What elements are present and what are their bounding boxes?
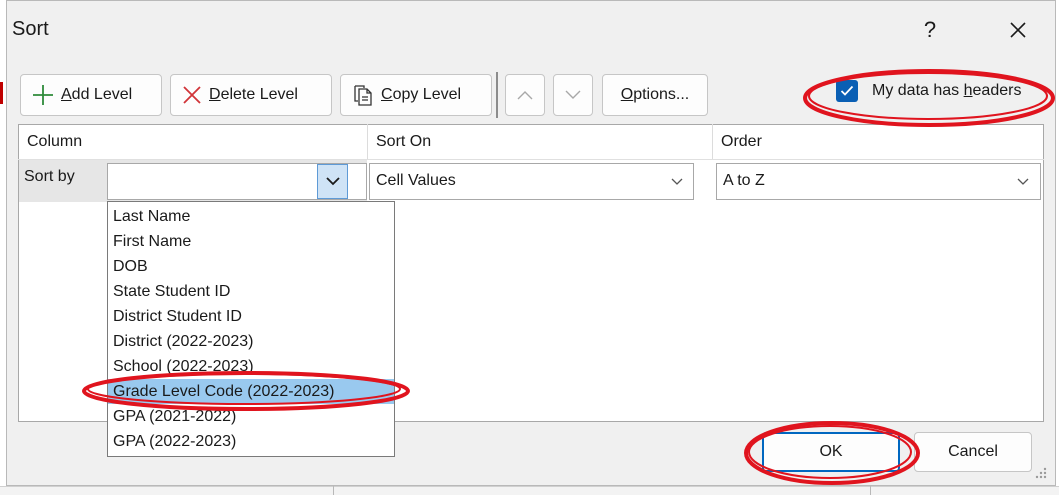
headers-checkbox-label: My data has headers xyxy=(872,82,1022,99)
help-icon: ? xyxy=(923,17,937,42)
move-down-button[interactable] xyxy=(553,74,593,116)
toolbar-separator xyxy=(496,72,498,118)
resize-grip-icon[interactable] xyxy=(1034,466,1048,480)
chevron-down-icon xyxy=(1017,178,1029,185)
sort-on-header: Sort On xyxy=(376,133,432,150)
move-down-icon xyxy=(565,90,581,99)
headers-checkbox-row[interactable]: My data has headers xyxy=(836,80,1021,102)
help-button[interactable]: ? xyxy=(912,12,948,48)
chevron-down-icon xyxy=(325,177,340,186)
dropdown-option[interactable]: GPA (2022-2023) xyxy=(108,429,394,454)
dropdown-option[interactable]: District Student ID xyxy=(108,304,394,329)
background-gridline xyxy=(870,486,871,495)
add-level-button[interactable]: Add Level xyxy=(20,74,162,116)
add-level-label: Add Level xyxy=(61,86,133,103)
chevron-down-icon xyxy=(671,178,683,185)
close-icon xyxy=(1010,22,1026,38)
dropdown-option[interactable]: First Name xyxy=(108,229,394,254)
background-sheet-strip xyxy=(0,486,1059,495)
options-button[interactable]: Options... xyxy=(602,74,708,116)
options-label: Options... xyxy=(620,86,690,103)
check-icon xyxy=(840,85,854,96)
copy-level-label: Copy Level xyxy=(381,86,462,103)
plus-icon xyxy=(33,85,53,105)
column-header: Column xyxy=(27,133,83,150)
dropdown-option[interactable]: State Student ID xyxy=(108,279,394,304)
delete-x-icon xyxy=(183,86,201,104)
dialog-title: Sort xyxy=(12,18,49,40)
delete-level-label: Delete Level xyxy=(209,86,298,103)
dropdown-option[interactable]: School (2022-2023) xyxy=(108,354,394,379)
dropdown-option[interactable]: Last Name xyxy=(108,204,394,229)
order-select-toggle[interactable] xyxy=(1008,165,1038,198)
background-cell-marker xyxy=(0,82,3,104)
sort-by-label: Sort by xyxy=(24,168,75,185)
move-up-button[interactable] xyxy=(505,74,545,116)
dropdown-option[interactable]: GPA (2021-2022) xyxy=(108,404,394,429)
order-header: Order xyxy=(721,133,762,150)
cancel-button[interactable]: Cancel xyxy=(914,432,1032,472)
column-select-toggle[interactable] xyxy=(317,164,348,199)
dropdown-option[interactable]: District (2022-2023) xyxy=(108,329,394,354)
background-gridline xyxy=(333,486,334,495)
move-up-icon xyxy=(517,91,533,100)
headers-checkbox[interactable] xyxy=(836,80,858,102)
sort-on-select-toggle[interactable] xyxy=(662,165,692,198)
delete-level-button[interactable]: Delete Level xyxy=(170,74,332,116)
order-select-value: A to Z xyxy=(723,172,765,189)
close-button[interactable] xyxy=(1000,12,1036,48)
dropdown-option[interactable]: DOB xyxy=(108,254,394,279)
ok-button[interactable]: OK xyxy=(762,432,900,472)
copy-icon xyxy=(354,85,372,106)
copy-level-button[interactable]: Copy Level xyxy=(340,74,492,116)
sort-on-select-value: Cell Values xyxy=(376,172,456,189)
dropdown-option-selected[interactable]: Grade Level Code (2022-2023) xyxy=(108,379,394,404)
